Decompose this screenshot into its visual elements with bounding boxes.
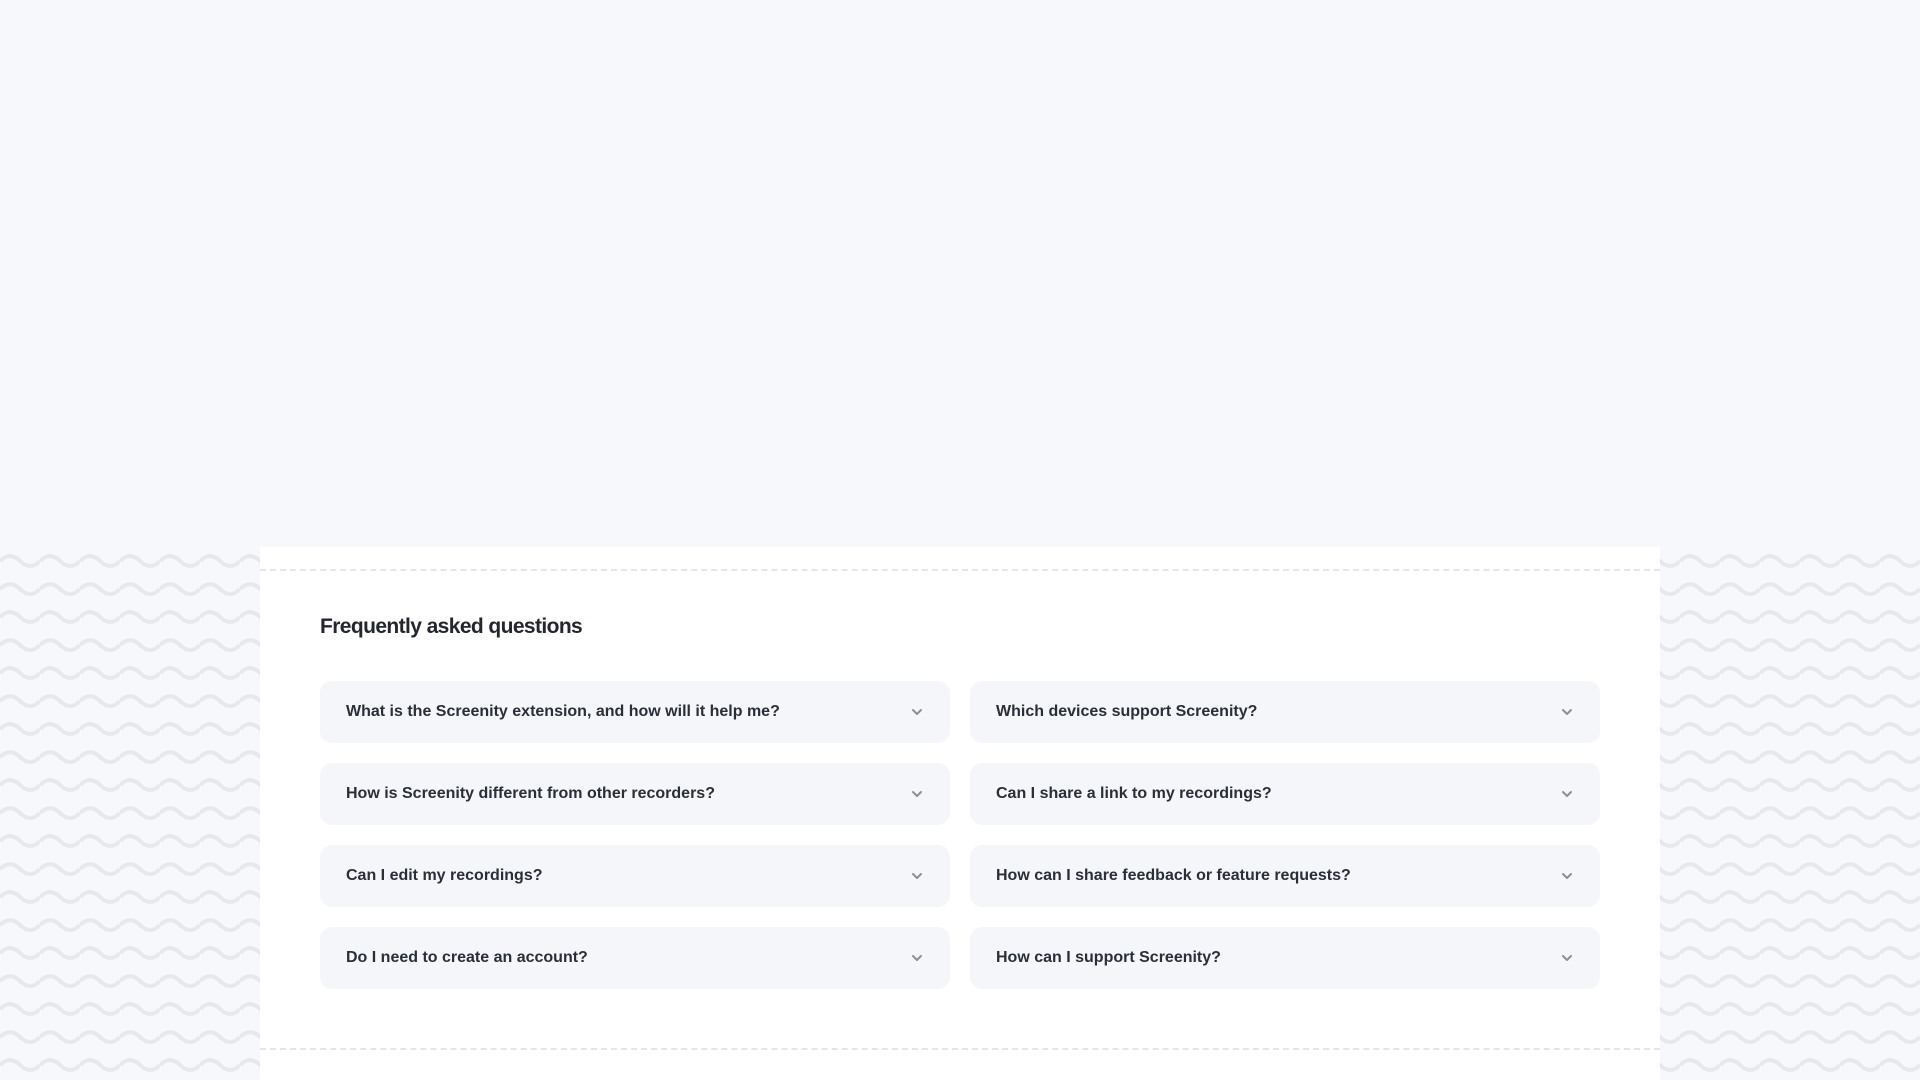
faq-item[interactable]: Which devices support Screenity? [970,681,1600,743]
faq-item[interactable]: Can I share a link to my recordings? [970,763,1600,825]
chevron-down-icon [910,705,924,719]
chevron-down-icon [1560,951,1574,965]
faq-question: What is the Screenity extension, and how… [346,703,780,720]
page: Frequently asked questions What is the S… [0,0,1920,1080]
faq-question: Do I need to create an account? [346,949,588,966]
faq-question: How can I support Screenity? [996,949,1221,966]
faq-item[interactable]: Can I edit my recordings? [320,845,950,907]
faq-question: Can I share a link to my recordings? [996,785,1272,802]
top-dashed-divider [260,569,1660,571]
faq-item[interactable]: What is the Screenity extension, and how… [320,681,950,743]
chevron-down-icon [910,869,924,883]
chevron-down-icon [910,787,924,801]
faq-list: What is the Screenity extension, and how… [320,681,1600,989]
faq-question: Which devices support Screenity? [996,703,1258,720]
faq-item[interactable]: How can I share feedback or feature requ… [970,845,1600,907]
chevron-down-icon [1560,869,1574,883]
chevron-down-icon [1560,705,1574,719]
faq-item[interactable]: How is Screenity different from other re… [320,763,950,825]
chevron-down-icon [910,951,924,965]
faq-item[interactable]: How can I support Screenity? [970,927,1600,989]
faq-question: Can I edit my recordings? [346,867,543,884]
bottom-dashed-divider [260,1048,1660,1050]
faq-question: How can I share feedback or feature requ… [996,867,1351,884]
faq-question: How is Screenity different from other re… [346,785,715,802]
faq-section: Frequently asked questions What is the S… [260,547,1660,1080]
chevron-down-icon [1560,787,1574,801]
faq-item[interactable]: Do I need to create an account? [320,927,950,989]
faq-title: Frequently asked questions [320,615,583,638]
